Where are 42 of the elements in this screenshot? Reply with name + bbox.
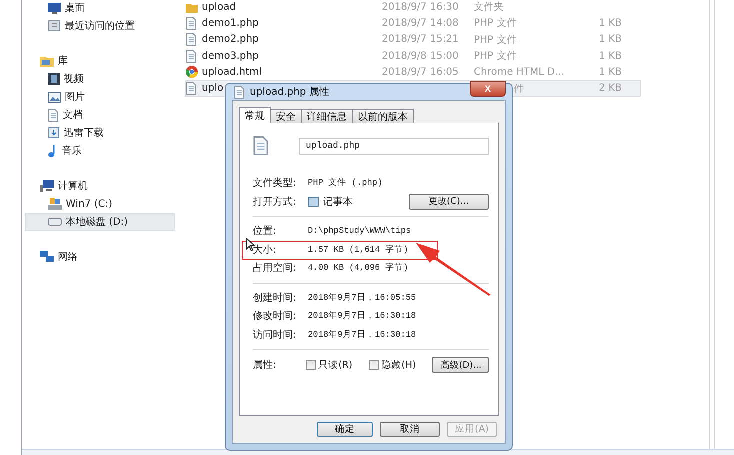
property-label: 大小: bbox=[253, 244, 278, 257]
property-value: D:\phpStudy\WWW\tips bbox=[308, 226, 412, 236]
property-label: 属性: bbox=[253, 358, 278, 372]
file-name: upload.html bbox=[202, 66, 262, 78]
file-size: 1 KB bbox=[599, 66, 622, 78]
file-name: demo3.php bbox=[202, 50, 259, 62]
property-value: 记事本 bbox=[323, 196, 353, 209]
file-size: 1 KB bbox=[599, 34, 622, 46]
file-type: PHP 文件 bbox=[474, 34, 517, 47]
file-size: 1 KB bbox=[599, 50, 622, 62]
file-name: demo1.php bbox=[202, 18, 259, 29]
property-label: 创建时间: bbox=[253, 292, 298, 305]
file-size: 1 KB bbox=[599, 18, 622, 29]
file-name: upload bbox=[202, 2, 236, 13]
dialog-title: upload.php 属性 bbox=[250, 86, 330, 99]
property-label: 文件类型: bbox=[253, 176, 298, 190]
checkbox-label: 隐藏(H) bbox=[382, 358, 416, 372]
file-type: 件 bbox=[514, 82, 524, 96]
property-value: 2018年9月7日，16:30:18 bbox=[308, 328, 416, 341]
property-label: 访问时间: bbox=[253, 328, 298, 342]
property-value: 1.57 KB (1,614 字节) bbox=[308, 244, 409, 256]
property-label: 占用空间: bbox=[253, 262, 298, 276]
file-type: Chrome HTML D... bbox=[474, 66, 565, 78]
file-date: 2018/9/7 16:30 bbox=[382, 2, 459, 13]
file-size: 2 KB bbox=[599, 83, 622, 94]
checkbox-label: 只读(R) bbox=[318, 358, 353, 372]
property-label: 打开方式: bbox=[253, 196, 298, 209]
property-value: 2018年9月7日，16:05:55 bbox=[308, 292, 416, 304]
file-name: demo2.php bbox=[202, 34, 259, 46]
property-value: 2018年9月7日，16:30:18 bbox=[308, 310, 416, 322]
file-date: 2018/9/8 15:00 bbox=[382, 50, 459, 62]
property-label: 修改时间: bbox=[253, 310, 298, 324]
file-name: uplo bbox=[202, 83, 224, 94]
file-type: PHP 文件 bbox=[474, 50, 517, 64]
file-date: 2018/9/7 14:08 bbox=[382, 18, 459, 29]
property-label: 位置: bbox=[253, 224, 278, 238]
file-date: 2018/9/7 15:21 bbox=[382, 34, 459, 46]
file-date: 2018/9/7 16:05 bbox=[382, 66, 459, 78]
file-type: PHP 文件 bbox=[474, 16, 517, 30]
file-type: 文件夹 bbox=[474, 0, 504, 14]
property-value: 4.00 KB (4,096 字节) bbox=[308, 262, 409, 274]
property-value: PHP 文件 (.php) bbox=[308, 177, 383, 190]
